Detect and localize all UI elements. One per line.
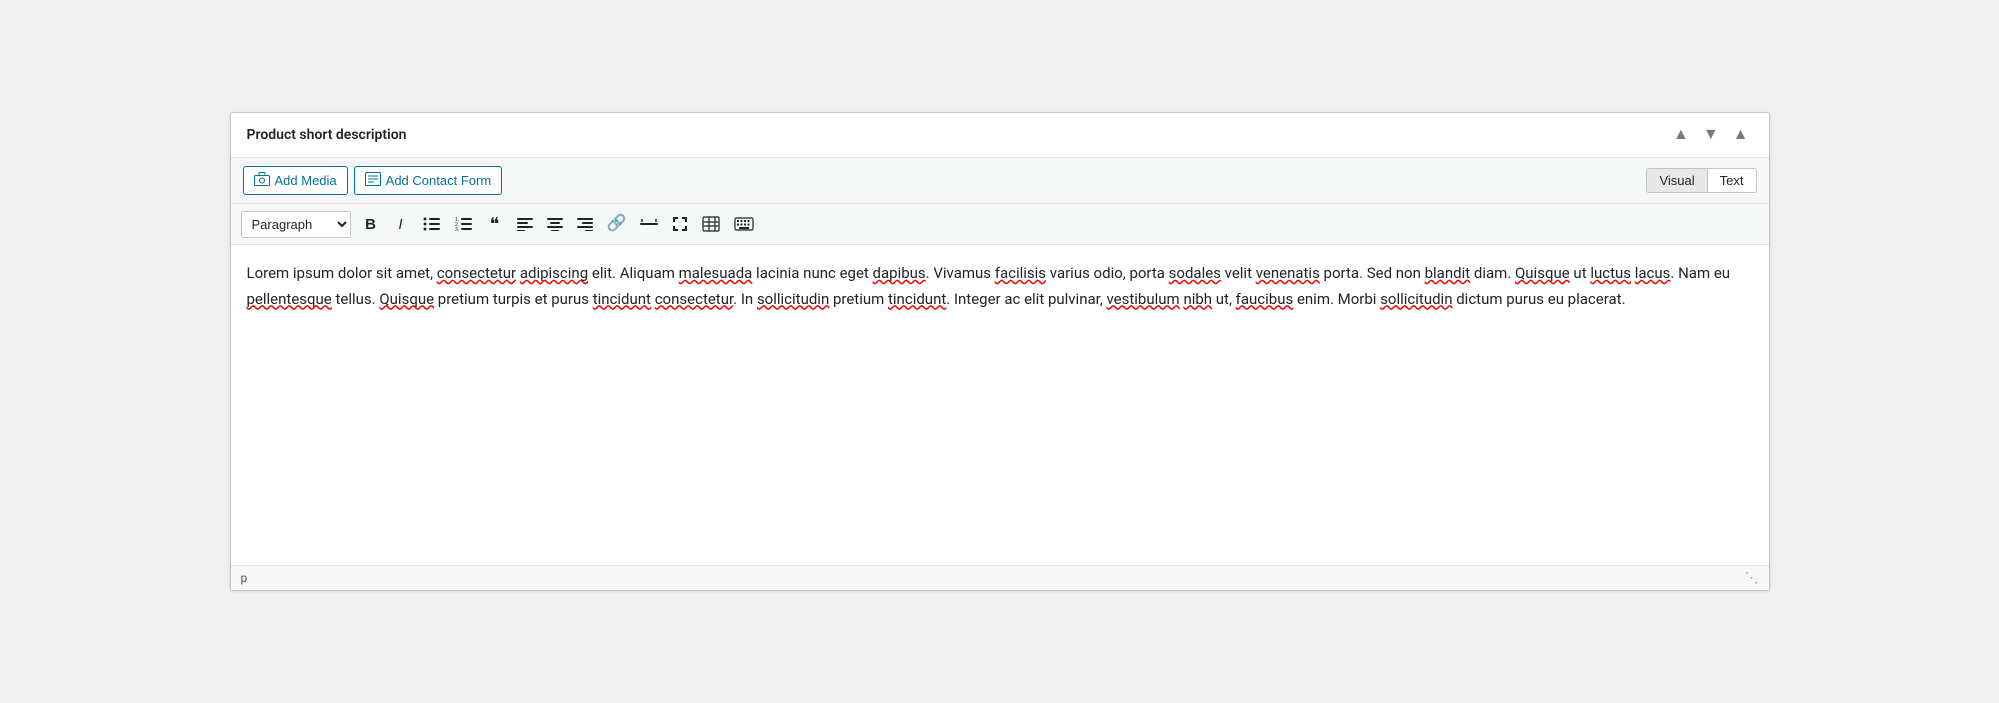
- toolbar-row: Add Media Add Contact Form Visual Text: [231, 158, 1769, 204]
- unordered-list-button[interactable]: [417, 210, 447, 238]
- spell-error: facilisis: [995, 264, 1046, 282]
- spell-error: tincidunt: [888, 290, 946, 308]
- collapse-button[interactable]: ▲: [1729, 125, 1753, 145]
- footer-path: p: [241, 571, 248, 585]
- editor-footer: p ⋱: [231, 565, 1769, 590]
- spell-error: consectetur: [655, 290, 733, 308]
- keyboard-button[interactable]: [728, 210, 760, 238]
- view-toggle: Visual Text: [1646, 168, 1756, 193]
- text-button[interactable]: Text: [1707, 168, 1757, 193]
- align-right-button[interactable]: [571, 210, 599, 238]
- fullscreen-button[interactable]: [666, 210, 694, 238]
- spell-error: sollicitudin: [1380, 290, 1452, 308]
- move-up-button[interactable]: ▲: [1669, 125, 1693, 145]
- add-media-label: Add Media: [275, 173, 337, 188]
- spell-error: consectetur: [437, 264, 516, 282]
- spell-error: tincidunt: [593, 290, 651, 308]
- add-contact-form-button[interactable]: Add Contact Form: [354, 166, 503, 195]
- spell-error: luctus: [1590, 264, 1631, 282]
- spell-error: faucibus: [1236, 290, 1294, 308]
- spell-error: blandit: [1425, 264, 1471, 282]
- format-toolbar: Paragraph Heading 1 Heading 2 Heading 3 …: [231, 204, 1769, 245]
- spell-error: malesuada: [679, 264, 753, 282]
- ordered-list-button[interactable]: 1.2.3.: [449, 210, 479, 238]
- bold-button[interactable]: B: [357, 210, 385, 238]
- align-left-button[interactable]: [511, 210, 539, 238]
- spell-error: Quisque: [379, 290, 434, 308]
- align-center-button[interactable]: [541, 210, 569, 238]
- move-down-button[interactable]: ▼: [1699, 125, 1723, 145]
- header-controls: ▲ ▼ ▲: [1669, 125, 1753, 145]
- toolbar-buttons: Add Media Add Contact Form: [243, 166, 503, 195]
- horizontal-rule-button[interactable]: [634, 210, 664, 238]
- link-button[interactable]: 🔗: [601, 210, 633, 238]
- italic-button[interactable]: I: [387, 210, 415, 238]
- editor-header: Product short description ▲ ▼ ▲: [231, 113, 1769, 158]
- spell-error: nibh: [1183, 290, 1212, 308]
- spell-error: sodales: [1169, 264, 1221, 282]
- paragraph-select[interactable]: Paragraph Heading 1 Heading 2 Heading 3 …: [241, 211, 351, 238]
- editor-title: Product short description: [247, 127, 407, 143]
- media-icon: [254, 172, 270, 189]
- resize-handle[interactable]: ⋱: [1745, 570, 1759, 586]
- spell-error: pellentesque: [247, 290, 332, 308]
- spell-error: dapibus: [873, 264, 926, 282]
- editor-content[interactable]: Lorem ipsum dolor sit amet, consectetur …: [231, 245, 1769, 565]
- blockquote-button[interactable]: ❝: [481, 210, 509, 238]
- add-media-button[interactable]: Add Media: [243, 166, 348, 195]
- spell-error: lacus: [1635, 264, 1671, 282]
- content-paragraph: Lorem ipsum dolor sit amet, consectetur …: [247, 261, 1753, 312]
- spell-error: Quisque: [1515, 264, 1570, 282]
- spell-error: vestibulum: [1107, 290, 1180, 308]
- table-button[interactable]: [696, 210, 726, 238]
- spell-error: sollicitudin: [757, 290, 829, 308]
- add-contact-form-label: Add Contact Form: [386, 173, 492, 188]
- spell-error: adipiscing: [520, 264, 588, 282]
- editor-widget: Product short description ▲ ▼ ▲ Add Medi…: [230, 112, 1770, 591]
- spell-error: venenatis: [1256, 264, 1320, 282]
- contact-form-icon: [365, 172, 381, 189]
- visual-button[interactable]: Visual: [1646, 168, 1706, 193]
- svg-text:3.: 3.: [455, 227, 459, 232]
